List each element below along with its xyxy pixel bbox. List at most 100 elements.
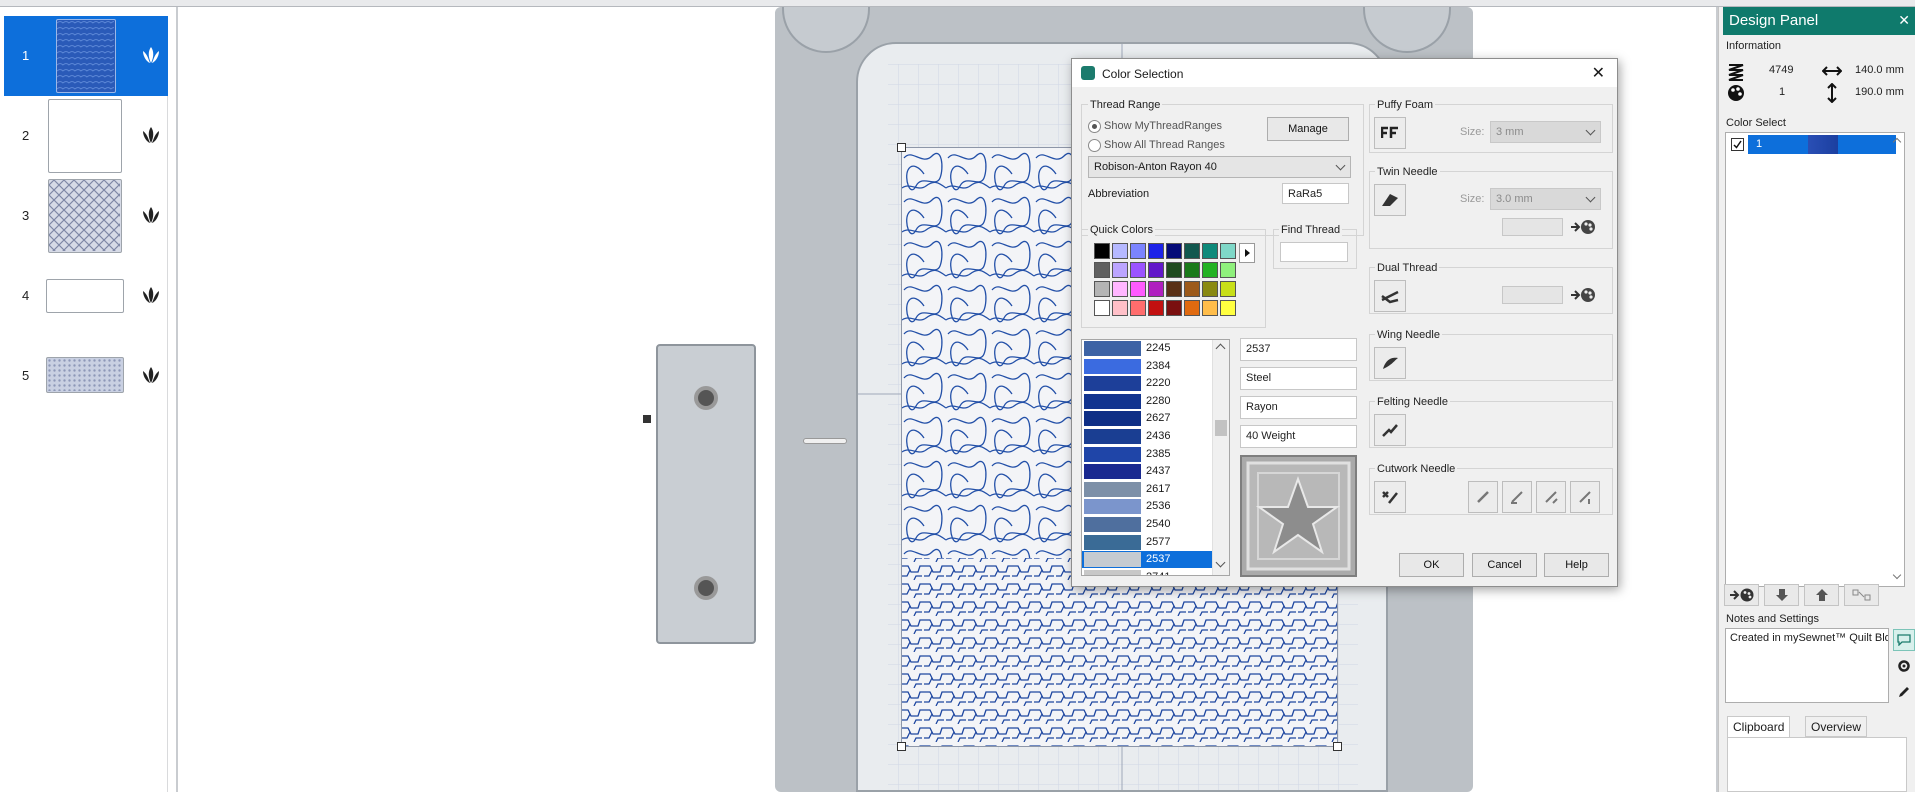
cutwork-angle-1-button[interactable] bbox=[1468, 481, 1498, 513]
comment-icon[interactable] bbox=[1893, 629, 1915, 651]
twin-needle-size-dropdown[interactable]: 3.0 mm bbox=[1490, 188, 1601, 210]
resize-handle[interactable] bbox=[897, 143, 906, 152]
felting-needle-button[interactable] bbox=[1374, 414, 1406, 446]
wing-needle-button[interactable] bbox=[1374, 347, 1406, 379]
manage-button[interactable]: Manage bbox=[1267, 117, 1349, 141]
design-panel-header[interactable]: Design Panel ✕ bbox=[1723, 7, 1915, 35]
thread-range-dropdown[interactable]: Robison-Anton Rayon 40 bbox=[1088, 156, 1351, 178]
quick-color-swatch[interactable] bbox=[1202, 281, 1218, 297]
move-up-button[interactable] bbox=[1804, 584, 1839, 606]
quick-color-swatch[interactable] bbox=[1148, 262, 1164, 278]
pencil-icon[interactable] bbox=[1893, 681, 1915, 703]
thread-row[interactable]: 2540 bbox=[1082, 516, 1213, 533]
quick-color-swatch[interactable] bbox=[1130, 300, 1146, 316]
color-select-list[interactable]: 1 bbox=[1725, 132, 1905, 587]
lotus-icon[interactable] bbox=[139, 363, 163, 387]
thread-row[interactable]: 2617 bbox=[1082, 481, 1213, 498]
quick-color-swatch[interactable] bbox=[1184, 262, 1200, 278]
quick-color-swatch[interactable] bbox=[1166, 262, 1182, 278]
color-palette-button[interactable] bbox=[1724, 584, 1759, 606]
quick-color-swatch[interactable] bbox=[1094, 281, 1110, 297]
dual-thread-button[interactable] bbox=[1374, 280, 1406, 312]
lotus-icon[interactable] bbox=[139, 43, 163, 67]
twin-needle-button[interactable] bbox=[1374, 184, 1406, 216]
quick-color-swatch[interactable] bbox=[1130, 262, 1146, 278]
thread-number-field[interactable]: 2537 bbox=[1240, 338, 1357, 361]
quick-color-swatch[interactable] bbox=[1220, 300, 1236, 316]
help-button[interactable]: Help bbox=[1544, 553, 1609, 577]
thread-row[interactable]: 2577 bbox=[1082, 534, 1213, 551]
thread-list-scrollbar[interactable] bbox=[1212, 340, 1229, 575]
page-item-2[interactable]: 2 bbox=[4, 96, 168, 176]
color-list-scrollbar[interactable] bbox=[1892, 133, 1904, 586]
color-palette-icon[interactable] bbox=[1569, 216, 1597, 238]
quick-color-swatch[interactable] bbox=[1148, 300, 1164, 316]
thread-row[interactable]: 2437 bbox=[1082, 463, 1213, 480]
quick-color-swatch[interactable] bbox=[1202, 243, 1218, 259]
cutwork-angle-2-button[interactable] bbox=[1502, 481, 1532, 513]
resize-handle[interactable] bbox=[1333, 742, 1342, 751]
thread-row[interactable]: 2384 bbox=[1082, 358, 1213, 375]
quick-color-swatch[interactable] bbox=[1094, 262, 1110, 278]
more-colors-button[interactable] bbox=[1239, 243, 1255, 263]
page-item-3[interactable]: 3 bbox=[4, 176, 168, 256]
thread-row[interactable]: 2385 bbox=[1082, 446, 1213, 463]
thread-weight-field[interactable]: 40 Weight bbox=[1240, 425, 1357, 448]
quick-color-swatch[interactable] bbox=[1130, 243, 1146, 259]
quick-color-swatch[interactable] bbox=[1220, 243, 1236, 259]
thread-row[interactable]: 2245 bbox=[1082, 340, 1213, 357]
cutwork-needle-button[interactable] bbox=[1374, 481, 1406, 513]
dialog-titlebar[interactable]: Color Selection ✕ bbox=[1072, 59, 1617, 87]
scroll-thumb[interactable] bbox=[1215, 420, 1227, 436]
thread-row[interactable]: 2741 bbox=[1082, 569, 1213, 575]
ok-button[interactable]: OK bbox=[1399, 553, 1464, 577]
quick-color-swatch[interactable] bbox=[1112, 262, 1128, 278]
thread-name-field[interactable]: Steel bbox=[1240, 367, 1357, 390]
quick-color-swatch[interactable] bbox=[1202, 300, 1218, 316]
abbreviation-field[interactable]: RaRa5 bbox=[1282, 183, 1349, 204]
color-row[interactable]: 1 bbox=[1728, 135, 1904, 154]
gear-icon[interactable] bbox=[1893, 655, 1915, 677]
notes-textarea[interactable]: Created in mySewnet™ Quilt Block bbox=[1725, 628, 1889, 703]
color-palette-icon[interactable] bbox=[1569, 284, 1597, 306]
close-icon[interactable]: ✕ bbox=[1898, 12, 1910, 29]
chevron-up-icon[interactable] bbox=[1892, 137, 1902, 147]
tab-overview[interactable]: Overview bbox=[1805, 716, 1868, 737]
color-sort-button[interactable] bbox=[1844, 584, 1879, 606]
cutwork-angle-4-button[interactable] bbox=[1570, 481, 1600, 513]
thread-row[interactable]: 2627 bbox=[1082, 410, 1213, 427]
thread-list[interactable]: 2245 2384 2220 2280 2627 2436 2385 2437 2617 2536… bbox=[1081, 339, 1230, 576]
lotus-icon[interactable] bbox=[139, 283, 163, 307]
quick-color-swatch[interactable] bbox=[1148, 281, 1164, 297]
thread-row[interactable]: 2536 bbox=[1082, 498, 1213, 515]
quick-color-swatch[interactable] bbox=[1094, 243, 1110, 259]
close-icon[interactable]: ✕ bbox=[1592, 63, 1605, 83]
chevron-down-icon[interactable] bbox=[1892, 570, 1902, 580]
puffy-foam-button[interactable] bbox=[1374, 117, 1406, 149]
quick-color-swatch[interactable] bbox=[1148, 243, 1164, 259]
quick-color-swatch[interactable] bbox=[1202, 262, 1218, 278]
quick-color-swatch[interactable] bbox=[1166, 243, 1182, 259]
quick-color-swatch[interactable] bbox=[1220, 281, 1236, 297]
thread-row[interactable]: 2436 bbox=[1082, 428, 1213, 445]
thread-material-field[interactable]: Rayon bbox=[1240, 396, 1357, 419]
cancel-button[interactable]: Cancel bbox=[1472, 553, 1537, 577]
quick-color-swatch[interactable] bbox=[1094, 300, 1110, 316]
radio-my-thread-ranges[interactable] bbox=[1088, 120, 1101, 133]
lotus-icon[interactable] bbox=[139, 123, 163, 147]
chevron-up-icon[interactable] bbox=[1215, 343, 1226, 354]
page-item-4[interactable]: 4 bbox=[4, 256, 168, 336]
quick-color-swatch[interactable] bbox=[1112, 243, 1128, 259]
quick-color-swatch[interactable] bbox=[1184, 281, 1200, 297]
resize-handle[interactable] bbox=[897, 742, 906, 751]
thread-row[interactable]: 2280 bbox=[1082, 393, 1213, 410]
radio-all-thread-ranges[interactable] bbox=[1088, 139, 1101, 152]
page-item-5[interactable]: 5 bbox=[4, 336, 168, 416]
thread-row[interactable]: 2537 bbox=[1082, 551, 1213, 569]
thread-row[interactable]: 2220 bbox=[1082, 375, 1213, 392]
quick-color-swatch[interactable] bbox=[1166, 300, 1182, 316]
tab-clipboard[interactable]: Clipboard bbox=[1727, 716, 1791, 737]
quick-color-swatch[interactable] bbox=[1184, 243, 1200, 259]
quick-color-swatch[interactable] bbox=[1112, 300, 1128, 316]
quick-color-swatch[interactable] bbox=[1112, 281, 1128, 297]
